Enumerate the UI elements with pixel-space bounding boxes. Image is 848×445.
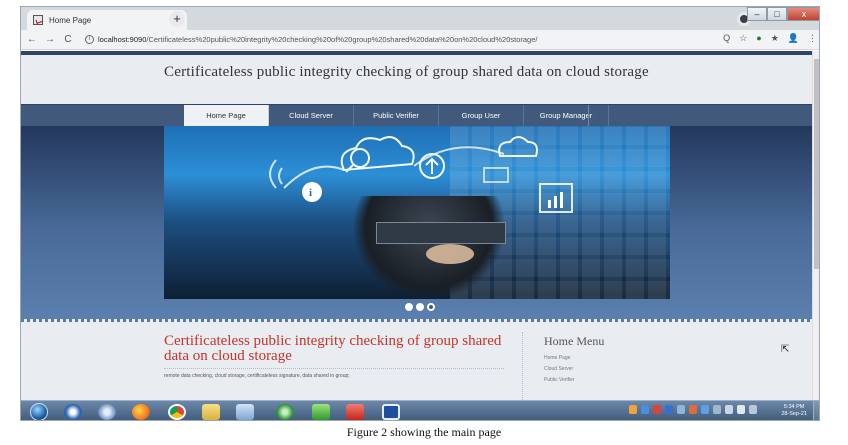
heading-underline bbox=[164, 368, 504, 369]
globe-browser-icon[interactable] bbox=[95, 403, 119, 420]
slider-dot-2[interactable] bbox=[416, 303, 424, 311]
tab-strip: Home Page × + – □ x bbox=[21, 7, 819, 30]
nav-home-page[interactable]: Home Page bbox=[184, 105, 269, 127]
figure-caption: Figure 2 showing the main page bbox=[346, 425, 502, 439]
slider-dots bbox=[405, 303, 435, 311]
top-accent-strip bbox=[21, 51, 819, 55]
nav-group-user[interactable]: Group User bbox=[439, 105, 524, 127]
active-window-icon[interactable] bbox=[379, 403, 403, 420]
firefox-icon[interactable] bbox=[129, 403, 153, 420]
extension-shield-icon[interactable]: ● bbox=[756, 33, 761, 44]
network-line bbox=[283, 146, 505, 189]
pdf-reader-icon[interactable] bbox=[343, 403, 367, 420]
profile-icon[interactable]: 👤 bbox=[788, 33, 799, 44]
nav-group-manager[interactable]: Group Manager bbox=[524, 105, 609, 127]
media-player-icon[interactable] bbox=[61, 403, 85, 420]
info-letter: i bbox=[309, 187, 312, 199]
site-info-icon[interactable]: i bbox=[85, 35, 94, 44]
show-desktop-button[interactable] bbox=[813, 401, 819, 420]
clock-time: 5:34 PM bbox=[783, 404, 805, 410]
mouse-cursor-icon: ⇱ bbox=[781, 344, 790, 355]
start-orb-icon[interactable] bbox=[27, 403, 51, 420]
file-explorer-icon[interactable] bbox=[199, 403, 223, 420]
system-tray bbox=[629, 405, 757, 414]
page-favicon-icon bbox=[33, 15, 43, 25]
cloud-network-overlay: i bbox=[269, 136, 573, 213]
sidebar-link-cloud-server[interactable]: Cloud Server bbox=[544, 366, 573, 372]
clock-date: 28-Sep-21 bbox=[781, 411, 807, 417]
maximize-button[interactable]: □ bbox=[767, 7, 787, 21]
cloud-computing-slide-image[interactable]: i bbox=[164, 126, 670, 299]
site-title: Certificateless public integrity checkin… bbox=[164, 64, 649, 80]
toolbar-actions: Q ☆ ● ★ 👤 ⋮ bbox=[723, 33, 817, 44]
tray-security-icon[interactable] bbox=[653, 405, 661, 414]
zoom-icon[interactable]: Q bbox=[723, 33, 730, 44]
page-scrollbar[interactable] bbox=[812, 51, 819, 400]
wifi-arcs-icon bbox=[269, 159, 283, 189]
grid-tile-icon bbox=[483, 167, 509, 183]
close-window-button[interactable]: x bbox=[787, 7, 819, 21]
address-bar[interactable]: i localhost:9090/Certificateless%20publi… bbox=[85, 35, 537, 44]
new-tab-button[interactable]: + bbox=[169, 11, 185, 27]
settings-wheel-icon[interactable] bbox=[273, 403, 297, 420]
sidebar-link-home-page[interactable]: Home Page bbox=[544, 355, 570, 361]
address-toolbar: ← → C i localhost:9090/Certificateless%2… bbox=[21, 30, 819, 50]
cloud-outline-small bbox=[498, 136, 538, 157]
tray-network-icon[interactable] bbox=[641, 405, 649, 414]
browser-window: Home Page × + – □ x ← → C i localhost:90… bbox=[20, 6, 820, 421]
slider-dot-3[interactable] bbox=[427, 303, 435, 311]
nav-public-verifier[interactable]: Public Verifier bbox=[354, 105, 439, 127]
column-separator bbox=[522, 332, 523, 400]
content-section: Certificateless public integrity checkin… bbox=[21, 322, 819, 400]
green-app-icon[interactable] bbox=[309, 403, 333, 420]
main-navbar: Home Page Cloud Server Public Verifier G… bbox=[21, 104, 819, 127]
browser-menu-icon[interactable]: ⋮ bbox=[808, 33, 817, 44]
back-arrow-icon[interactable]: ← bbox=[25, 34, 39, 45]
window-controls: – □ x bbox=[747, 7, 819, 21]
search-magnifier-icon bbox=[350, 148, 370, 168]
url-host: localhost:9090 bbox=[98, 35, 147, 44]
slider-band: i bbox=[21, 126, 819, 319]
browser-tab[interactable]: Home Page × bbox=[27, 10, 187, 30]
tray-bluetooth-icon[interactable] bbox=[701, 405, 709, 414]
tab-title: Home Page bbox=[49, 15, 92, 25]
main-heading: Certificateless public integrity checkin… bbox=[164, 333, 502, 364]
url-path: /Certificateless%20public%20integrity%20… bbox=[146, 35, 538, 44]
reload-icon[interactable]: C bbox=[61, 34, 75, 45]
notepad-icon[interactable] bbox=[233, 403, 257, 420]
taskbar-clock[interactable]: 5:34 PM 28-Sep-21 bbox=[781, 404, 807, 418]
tray-display-icon[interactable] bbox=[665, 405, 673, 414]
slider-dot-1[interactable] bbox=[405, 303, 413, 311]
web-page: Certificateless public integrity checkin… bbox=[21, 51, 819, 400]
scrollbar-thumb[interactable] bbox=[814, 59, 819, 269]
windows-taskbar: 5:34 PM 28-Sep-21 bbox=[21, 400, 819, 420]
chrome-icon[interactable] bbox=[165, 403, 189, 420]
navbar-divider bbox=[588, 105, 589, 127]
extensions-puzzle-icon[interactable]: ★ bbox=[771, 33, 779, 44]
tray-app-icon[interactable] bbox=[689, 405, 697, 414]
tray-monitor-icon[interactable] bbox=[713, 405, 721, 414]
keywords-text: remote data checking, cloud storage, cer… bbox=[164, 373, 350, 379]
bookmark-star-icon[interactable]: ☆ bbox=[739, 33, 747, 44]
tray-flag-icon[interactable] bbox=[725, 405, 733, 414]
tray-power-icon[interactable] bbox=[749, 405, 757, 414]
nav-cloud-server[interactable]: Cloud Server bbox=[269, 105, 354, 127]
tray-sync-icon[interactable] bbox=[677, 405, 685, 414]
forward-arrow-icon[interactable]: → bbox=[43, 34, 57, 45]
sidebar-link-public-verifier[interactable]: Public Verifier bbox=[544, 377, 575, 383]
tray-warning-icon[interactable] bbox=[629, 405, 637, 414]
tray-volume-icon[interactable] bbox=[737, 405, 745, 414]
minimize-button[interactable]: – bbox=[747, 7, 767, 21]
home-menu-title: Home Menu bbox=[544, 334, 605, 348]
